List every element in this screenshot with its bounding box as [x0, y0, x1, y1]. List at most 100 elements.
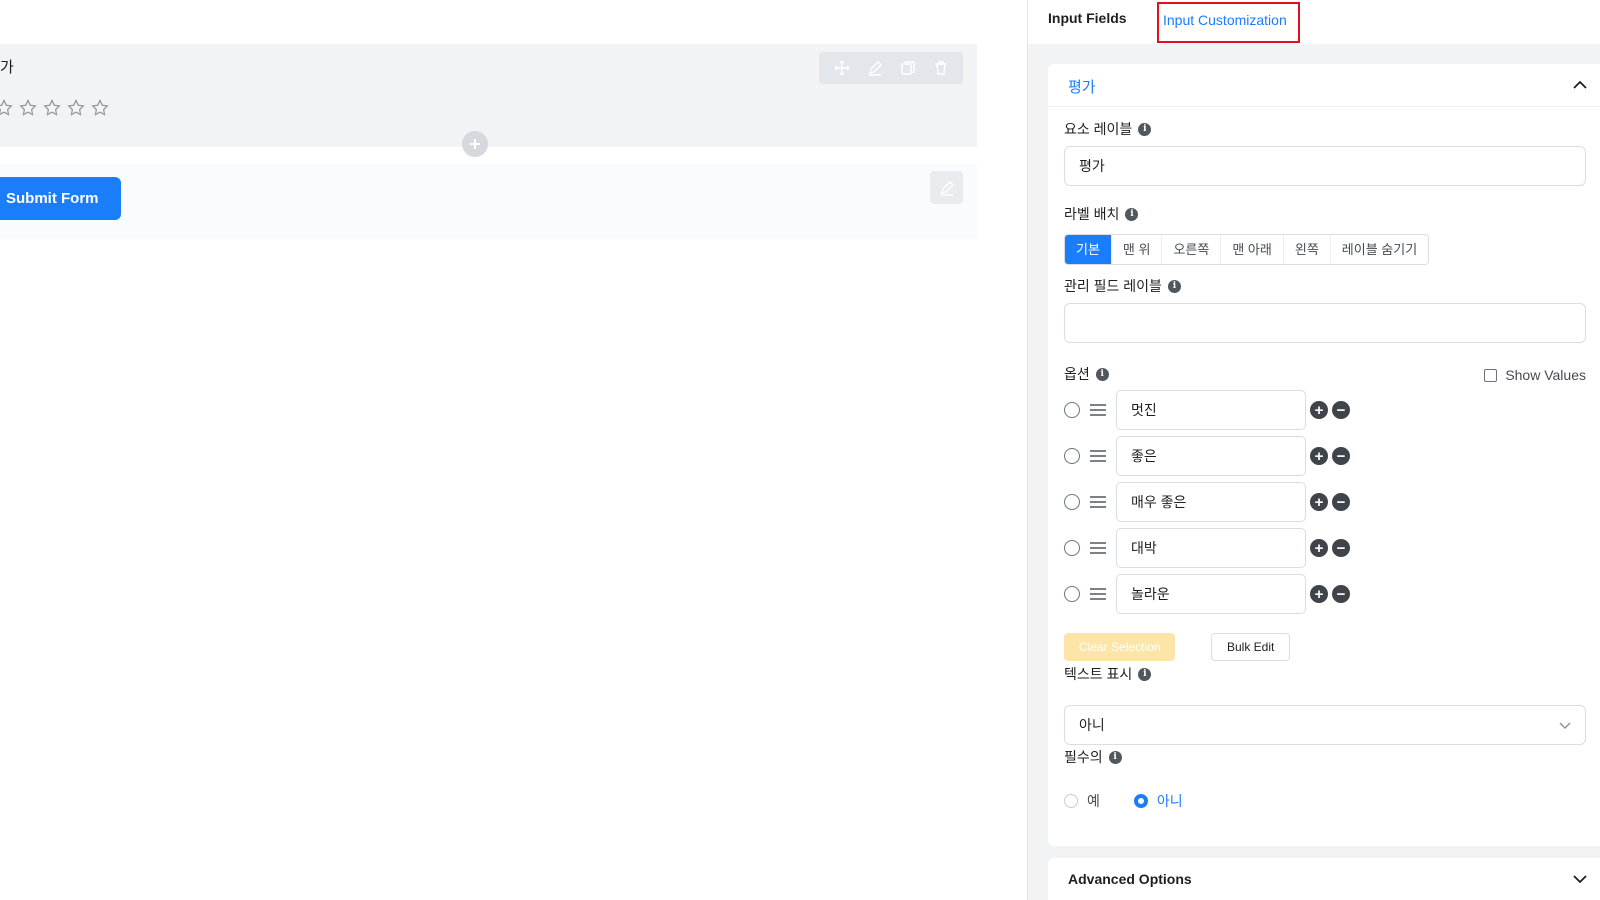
bulk-edit-button[interactable]: Bulk Edit	[1211, 633, 1291, 661]
option-label-input[interactable]: 좋은	[1116, 436, 1306, 476]
drag-handle-icon[interactable]	[1090, 541, 1106, 555]
add-option-icon[interactable]: +	[1310, 401, 1328, 419]
option-label-input[interactable]: 멋진	[1116, 390, 1306, 430]
label-placement-heading: 라벨 배치 i	[1064, 204, 1139, 224]
remove-option-icon[interactable]: −	[1332, 401, 1350, 419]
show-values-toggle[interactable]: Show Values	[1484, 367, 1586, 383]
show-text-label: 텍스트 표시	[1064, 666, 1133, 682]
tab-input-customization[interactable]: Input Customization	[1157, 2, 1300, 43]
option-default-radio[interactable]	[1064, 448, 1080, 464]
drag-handle-icon[interactable]	[1090, 495, 1106, 509]
show-values-label: Show Values	[1505, 367, 1586, 383]
star-icon[interactable]	[18, 98, 38, 118]
submit-edit-button[interactable]	[930, 171, 963, 204]
placement-option-default[interactable]: 기본	[1065, 235, 1112, 264]
drag-handle-icon[interactable]	[1090, 587, 1106, 601]
info-icon[interactable]: i	[1138, 122, 1152, 136]
submit-row	[0, 163, 977, 239]
show-text-select[interactable]: 아니	[1064, 705, 1586, 745]
placement-option-bottom[interactable]: 맨 아래	[1221, 235, 1284, 264]
add-option-icon[interactable]: +	[1310, 585, 1328, 603]
info-icon[interactable]: i	[1095, 367, 1109, 381]
option-default-radio[interactable]	[1064, 494, 1080, 510]
advanced-options-header[interactable]: Advanced Options	[1048, 858, 1600, 900]
star-icon[interactable]	[42, 98, 62, 118]
edit-icon	[940, 180, 954, 196]
required-yes-label: 예	[1087, 793, 1100, 809]
option-label-input[interactable]: 놀라운	[1116, 574, 1306, 614]
remove-option-icon[interactable]: −	[1332, 585, 1350, 603]
options-label: 옵션	[1064, 366, 1090, 382]
option-default-radio[interactable]	[1064, 540, 1080, 556]
show-text-heading: 텍스트 표시 i	[1064, 664, 1152, 684]
add-option-icon[interactable]: +	[1310, 493, 1328, 511]
tab-input-fields[interactable]: Input Fields	[1048, 10, 1127, 26]
option-row: 좋은 + −	[1064, 436, 1350, 476]
panel-tabs: Input Fields Input Customization	[1028, 0, 1600, 44]
element-label-text: 요소 레이블	[1064, 121, 1133, 137]
required-no-option[interactable]: 아니	[1133, 791, 1183, 811]
placement-option-hide[interactable]: 레이블 숨기기	[1330, 235, 1429, 264]
required-no-radio[interactable]	[1133, 794, 1148, 808]
delete-icon[interactable]	[933, 60, 949, 76]
plus-icon	[470, 139, 480, 149]
remove-option-icon[interactable]: −	[1332, 493, 1350, 511]
advanced-options-title: Advanced Options	[1068, 871, 1192, 887]
star-icon[interactable]	[0, 98, 14, 118]
option-row: 놀라운 + −	[1064, 574, 1350, 614]
admin-label-text: 관리 필드 레이블	[1064, 278, 1162, 294]
chevron-up-icon[interactable]	[1573, 78, 1587, 92]
option-label-input[interactable]: 대박	[1116, 528, 1306, 568]
option-default-radio[interactable]	[1064, 586, 1080, 602]
remove-option-icon[interactable]: −	[1332, 539, 1350, 557]
star-icon[interactable]	[90, 98, 110, 118]
form-canvas: 가 Submit Form	[0, 0, 1027, 900]
rating-field-label: 가	[0, 59, 14, 76]
add-option-icon[interactable]: +	[1310, 447, 1328, 465]
section-title: 평가	[1068, 79, 1096, 96]
element-label-input[interactable]	[1064, 146, 1586, 186]
drag-handle-icon[interactable]	[1090, 449, 1106, 463]
show-text-value: 아니	[1079, 717, 1105, 733]
move-icon[interactable]	[834, 60, 850, 76]
info-icon[interactable]: i	[1108, 750, 1122, 764]
placement-option-right[interactable]: 오른쪽	[1162, 235, 1222, 264]
placement-option-left[interactable]: 왼쪽	[1283, 235, 1331, 264]
drag-handle-icon[interactable]	[1090, 403, 1106, 417]
edit-icon[interactable]	[867, 60, 883, 76]
clear-selection-button[interactable]: Clear Selection	[1064, 633, 1176, 661]
chevron-down-icon[interactable]	[1573, 872, 1587, 886]
admin-field-label-input[interactable]	[1064, 303, 1586, 343]
option-label-input[interactable]: 매우 좋은	[1116, 482, 1306, 522]
field-settings-card: 평가 요소 레이블 i 라벨 배치 i 기본 맨 위 오른쪽 맨 아래 왼쪽 레…	[1048, 64, 1600, 846]
option-row: 매우 좋은 + −	[1064, 482, 1350, 522]
required-yes-radio[interactable]	[1064, 794, 1078, 808]
option-default-radio[interactable]	[1064, 402, 1080, 418]
options-heading: 옵션 i	[1064, 364, 1109, 384]
label-placement-segmented: 기본 맨 위 오른쪽 맨 아래 왼쪽 레이블 숨기기	[1064, 234, 1430, 265]
field-toolbar	[819, 52, 963, 84]
settings-panel: Input Fields Input Customization 평가 요소 레…	[1027, 0, 1600, 900]
remove-option-icon[interactable]: −	[1332, 447, 1350, 465]
chevron-down-icon	[1559, 722, 1571, 729]
placement-option-top[interactable]: 맨 위	[1111, 235, 1163, 264]
info-icon[interactable]: i	[1138, 667, 1152, 681]
option-row: 대박 + −	[1064, 528, 1350, 568]
info-icon[interactable]: i	[1125, 207, 1139, 221]
section-header[interactable]: 평가	[1048, 64, 1600, 107]
submit-form-button[interactable]: Submit Form	[0, 177, 121, 220]
required-no-label: 아니	[1156, 793, 1183, 809]
add-option-icon[interactable]: +	[1310, 539, 1328, 557]
duplicate-icon[interactable]	[900, 60, 916, 76]
label-placement-text: 라벨 배치	[1064, 206, 1120, 222]
required-label: 필수의	[1064, 749, 1103, 765]
info-icon[interactable]: i	[1167, 279, 1181, 293]
add-field-button[interactable]	[462, 131, 488, 157]
star-icon[interactable]	[66, 98, 86, 118]
admin-label-heading: 관리 필드 레이블 i	[1064, 276, 1181, 296]
show-values-checkbox[interactable]	[1484, 368, 1498, 382]
required-yes-option[interactable]: 예	[1064, 791, 1100, 811]
element-label-heading: 요소 레이블 i	[1064, 119, 1152, 139]
required-radio-group: 예 아니	[1064, 791, 1217, 811]
option-row: 멋진 + −	[1064, 390, 1350, 430]
